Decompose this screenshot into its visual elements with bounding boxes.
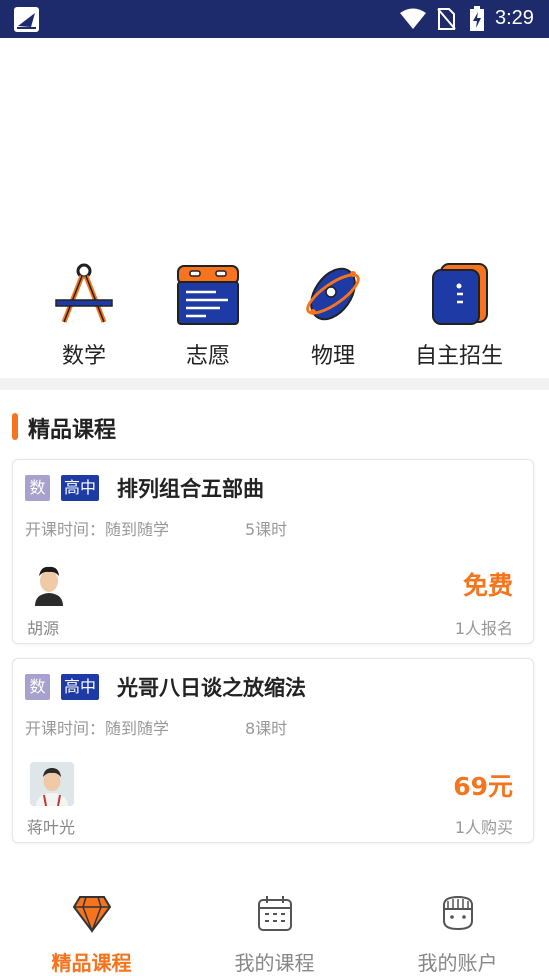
tab-label: 精品课程 [51,951,132,975]
app-notification-icon [14,7,39,32]
section-accent-bar [12,413,18,440]
clock: 3:29 [495,7,534,29]
atom-icon [306,267,360,321]
calendar-icon [257,896,292,931]
tab-label: 我的课程 [234,951,315,975]
account-icon [442,895,473,931]
course-card[interactable]: 数 高中 光哥八日谈之放缩法 开课时间：随到随学 8课时 蒋叶光 69元 1人购… [12,658,534,843]
category-label: 物理 [310,344,355,369]
course-price: 69元 [453,772,513,801]
no-sim-icon [437,8,456,30]
course-start-time: 开课时间：随到随学 [25,520,170,539]
course-price: 免费 [462,571,513,600]
teacher-avatar [27,562,71,606]
course-hours: 5课时 [245,520,288,539]
course-hours: 8课时 [245,719,288,738]
tab-my-courses[interactable]: 我的课程 [183,893,366,976]
diamond-icon [72,896,111,933]
teacher-name: 蒋叶光 [27,818,76,837]
subject-tag: 数 [25,674,50,700]
tab-my-account[interactable]: 我的账户 [366,893,549,976]
category-math[interactable]: 数学 [29,262,139,370]
wifi-icon [400,8,426,29]
enrollment-book-icon [432,263,488,325]
section-title: 精品课程 [28,418,117,443]
category-label: 志愿 [185,344,230,369]
teacher-name: 胡源 [27,619,60,638]
category-label: 自主招生 [414,344,503,369]
teacher-avatar [30,762,74,806]
level-tag: 高中 [61,475,100,501]
category-label: 数学 [61,344,106,369]
status-bar: 3:29 [0,0,549,38]
subject-tag: 数 [25,475,50,501]
course-title: 光哥八日谈之放缩法 [117,676,306,700]
application-form-icon [177,265,239,325]
category-independent-enrollment[interactable]: 自主招生 [404,262,514,370]
category-physics[interactable]: 物理 [278,262,388,370]
banner-area[interactable] [0,38,549,248]
course-card[interactable]: 数 高中 排列组合五部曲 开课时间：随到随学 5课时 胡源 免费 1人报名 [12,459,534,644]
tab-label: 我的账户 [417,951,498,975]
compass-icon [55,263,113,323]
level-tag: 高中 [61,674,100,700]
enroll-count: 1人报名 [454,619,513,638]
course-start-time: 开课时间：随到随学 [25,719,170,738]
category-volunteer[interactable]: 志愿 [153,262,263,370]
section-divider [0,378,549,390]
course-title: 排列组合五部曲 [117,477,264,501]
purchase-count: 1人购买 [454,818,513,837]
tab-featured-courses[interactable]: 精品课程 [0,893,183,976]
battery-charging-icon [470,6,484,31]
